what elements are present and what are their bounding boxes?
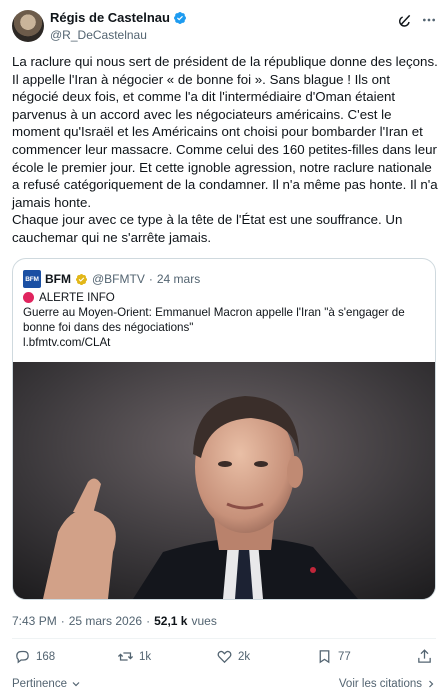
replies-footer: Pertinence Voir les citations	[0, 676, 447, 697]
view-quotes-label: Voir les citations	[338, 678, 422, 690]
quoted-photo[interactable]	[13, 362, 435, 599]
repost-icon	[117, 652, 134, 661]
avatar[interactable]	[12, 10, 44, 42]
bookmark-icon	[319, 650, 330, 664]
quoted-author-handle: @BFMTV	[92, 272, 145, 286]
share-button[interactable]	[416, 648, 433, 665]
views-count: 52,1 k	[154, 614, 188, 628]
tweet-text: La raclure qui nous sert de président de…	[12, 53, 438, 247]
quoted-date: 24 mars	[156, 272, 201, 286]
alert-label: ALERTE INFO	[39, 291, 115, 304]
tweet-paragraph: La raclure qui nous sert de président de…	[12, 54, 438, 210]
bfm-logo-text: BFM	[25, 275, 39, 283]
sort-label: Pertinence	[12, 678, 67, 690]
action-bar: 168 1k 2k 77	[0, 648, 447, 674]
verified-org-icon	[75, 273, 88, 285]
meta-separator: ·	[146, 614, 151, 628]
tweet-meta: 7:43 PM · 25 mars 2026 · 52,1 k vues	[12, 614, 217, 628]
quoted-tweet-header: BFM BFM @BFMTV · 24 mars	[23, 270, 200, 288]
reply-icon	[16, 650, 29, 664]
sort-relevance-dropdown[interactable]: Pertinence	[12, 678, 82, 690]
repost-count: 1k	[139, 650, 152, 663]
tweet-paragraph: Chaque jour avec ce type à la tête de l'…	[12, 212, 403, 245]
macron-photo-illustration	[13, 362, 435, 599]
view-quotes-link[interactable]: Voir les citations	[339, 678, 437, 690]
alert-line: ALERTE INFO	[23, 290, 423, 305]
bfm-logo: BFM	[23, 270, 41, 288]
tweet-date[interactable]: 25 mars 2026	[69, 614, 142, 628]
bookmark-button[interactable]: 77	[316, 648, 351, 665]
verified-icon	[173, 11, 186, 24]
meta-separator: ·	[60, 614, 65, 628]
repost-button[interactable]: 1k	[117, 648, 151, 665]
quoted-separator: ·	[148, 272, 153, 286]
quoted-tweet-text: ALERTE INFO Guerre au Moyen-Orient: Emma…	[23, 290, 423, 350]
quoted-author-name: BFM	[45, 272, 71, 286]
tweet-header: Régis de Castelnau @R_DeCastelnau	[0, 0, 447, 44]
author-display-name[interactable]: Régis de Castelnau	[50, 10, 170, 25]
share-icon	[418, 649, 431, 663]
tweet-time[interactable]: 7:43 PM	[12, 614, 57, 628]
author-handle[interactable]: @R_DeCastelnau	[50, 28, 147, 42]
like-icon	[217, 650, 232, 664]
grok-icon[interactable]	[397, 12, 413, 28]
divider	[12, 638, 436, 639]
like-button[interactable]: 2k	[216, 648, 250, 665]
quoted-link[interactable]: l.bfmtv.com/CLAt	[23, 335, 423, 350]
quoted-tweet[interactable]: BFM BFM @BFMTV · 24 mars ALERTE INFO Gue…	[12, 258, 436, 600]
views-label: vues	[191, 614, 217, 628]
more-icon[interactable]	[420, 12, 438, 28]
author-name-row[interactable]: Régis de Castelnau	[50, 10, 187, 25]
reply-count: 168	[36, 650, 56, 663]
chevron-right-icon	[429, 680, 434, 688]
red-circle-icon	[23, 292, 34, 303]
quoted-headline: Guerre au Moyen-Orient: Emmanuel Macron …	[23, 306, 405, 334]
like-count: 2k	[238, 650, 251, 663]
reply-button[interactable]: 168	[14, 648, 55, 665]
chevron-down-icon	[72, 682, 80, 687]
bookmark-count: 77	[338, 650, 351, 663]
